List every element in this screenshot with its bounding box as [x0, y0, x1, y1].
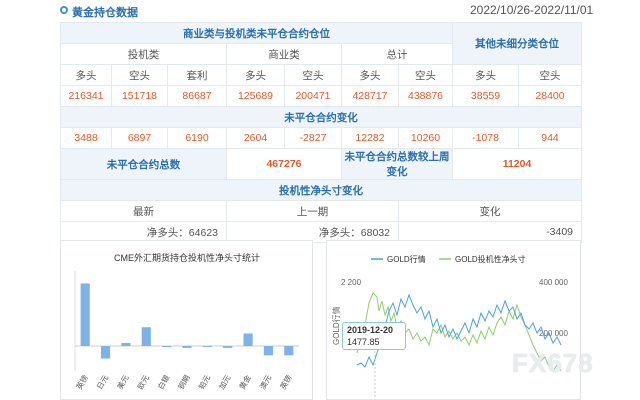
- bar[interactable]: [263, 346, 274, 356]
- y-left-axis-label: GOLD行情: [331, 306, 341, 345]
- legend-gold-net[interactable]: GOLD投机性净头寸: [455, 254, 526, 264]
- chart-title: CME外汇期货持仓投机性净头寸统计: [114, 252, 260, 263]
- header-oi-change: 未平仓合约变化: [59, 106, 583, 128]
- table-cell: 10260: [397, 127, 454, 149]
- page-title: 黄金持仓数据: [72, 7, 138, 19]
- col-previous: 上一期: [226, 200, 399, 222]
- bar[interactable]: [202, 346, 212, 347]
- x-tick-label: 白银: [155, 373, 171, 391]
- table-cell: 944: [518, 127, 583, 149]
- page-header: 黄金持仓数据 2022/10/26-2022/11/01: [0, 0, 640, 22]
- bar[interactable]: [284, 346, 294, 356]
- x-tick-label: 英镑: [277, 373, 293, 391]
- table-cell: 428717: [341, 85, 399, 107]
- x-tick-label: 澳元: [257, 373, 273, 391]
- net-latest-value: 净多头：64623: [146, 226, 218, 239]
- table-cell: 200471: [284, 85, 342, 107]
- date-range: 2022/10/26-2022/11/01: [470, 3, 594, 17]
- oi-week-change-label: 未平仓合约总数较上周变化: [340, 148, 454, 180]
- circle-icon: [60, 6, 68, 14]
- x-tick-label: 黄金: [237, 373, 253, 391]
- header-commercial: 商业类: [226, 43, 342, 65]
- table-row: 未平仓合约总数 467276 未平仓合约总数较上周变化 11204: [60, 148, 583, 180]
- header-commercial-noncommercial: 商业类与投机类未平仓合约仓位: [59, 22, 454, 44]
- table-cell: 12282: [341, 127, 399, 149]
- chart-tooltip: 2019-12-20 1477.85: [342, 322, 406, 350]
- table-cell: 6190: [167, 127, 227, 149]
- oi-total-label: 未平仓合约总数: [60, 148, 227, 180]
- table-cell: -2827: [284, 127, 342, 149]
- x-tick-label: 欧元: [135, 373, 151, 391]
- bar[interactable]: [223, 346, 233, 348]
- cme-bar-chart-panel: CME外汇期货持仓投机性净头寸统计 英镑 日元 美元 欧元 白银 铜期 铂元 加元 黄金 澳元 英镑: [60, 240, 313, 400]
- x-tick-label: 加元: [216, 373, 232, 391]
- col-spread: 套利: [167, 64, 227, 86]
- col-long: 多头: [226, 64, 285, 86]
- header-net-change: 投机性净头寸变化: [59, 179, 583, 201]
- oi-total-value: 467276: [226, 148, 342, 180]
- x-tick-label: 铜期: [176, 373, 192, 391]
- table-cell: 6897: [111, 127, 168, 149]
- table-cell: 86687: [167, 85, 227, 107]
- table-row: 216341 151718 86687 125689 200471 428717…: [60, 85, 583, 107]
- header-other: 其他未细分类仓位: [452, 22, 583, 65]
- x-tick-label: 英镑: [74, 373, 90, 391]
- y-left-tick: 2 200: [341, 278, 362, 287]
- col-short: 空头: [518, 64, 583, 86]
- table-row: 3488 6897 6190 2604 -2827 12282 10260 -1…: [60, 127, 583, 149]
- x-tick-label: 铂元: [196, 373, 212, 391]
- table-cell: -1078: [452, 127, 520, 149]
- col-long: 多头: [60, 64, 112, 86]
- table-cell: 125689: [226, 85, 285, 107]
- oi-week-change-value: 11204: [452, 148, 583, 180]
- y-right-tick: 400 000: [539, 278, 568, 287]
- table-cell: 151718: [111, 85, 168, 107]
- net-previous-value: 净多头：68032: [318, 226, 390, 239]
- table-cell: 216341: [60, 85, 112, 107]
- bar[interactable]: [80, 283, 90, 347]
- header-total: 总计: [340, 43, 454, 65]
- bar[interactable]: [100, 346, 111, 359]
- tooltip-date: 2019-12-20: [347, 325, 394, 335]
- tooltip-value: 1477.85: [347, 337, 380, 347]
- bar[interactable]: [141, 327, 151, 346]
- x-tick-label: 美元: [114, 373, 130, 391]
- header-speculative: 投机类: [60, 43, 227, 65]
- watermark-logo: FX678: [512, 348, 594, 378]
- bar[interactable]: [162, 346, 172, 347]
- table-cell: 38559: [452, 85, 520, 107]
- col-short: 空头: [111, 64, 168, 86]
- bar[interactable]: [121, 342, 131, 346]
- col-short: 空头: [284, 64, 342, 86]
- x-tick-label: 日元: [95, 373, 111, 391]
- gold-position-table: 商业类与投机类未平仓合约仓位 其他未细分类仓位 投机类 商业类 总计 多头 空头…: [59, 22, 583, 243]
- col-latest: 最新: [60, 200, 227, 222]
- table-cell: 28400: [518, 85, 583, 107]
- col-long: 多头: [341, 64, 399, 86]
- table-cell: 3488: [60, 127, 112, 149]
- net-delta-value: -3409: [546, 226, 574, 238]
- table-cell: 438876: [397, 85, 454, 107]
- col-short: 空头: [397, 64, 454, 86]
- bar[interactable]: [243, 333, 253, 347]
- cme-bar-chart: CME外汇期货持仓投机性净头寸统计 英镑 日元 美元 欧元 白银 铜期 铂元 加元 黄金 澳元 英镑: [74, 252, 299, 391]
- legend: GOLD行情 GOLD投机性净头寸: [371, 254, 526, 264]
- legend-gold-price[interactable]: GOLD行情: [387, 254, 426, 264]
- bar[interactable]: [182, 346, 192, 348]
- col-long: 多头: [452, 64, 520, 86]
- table-cell: 2604: [226, 127, 285, 149]
- col-delta: 变化: [397, 200, 583, 222]
